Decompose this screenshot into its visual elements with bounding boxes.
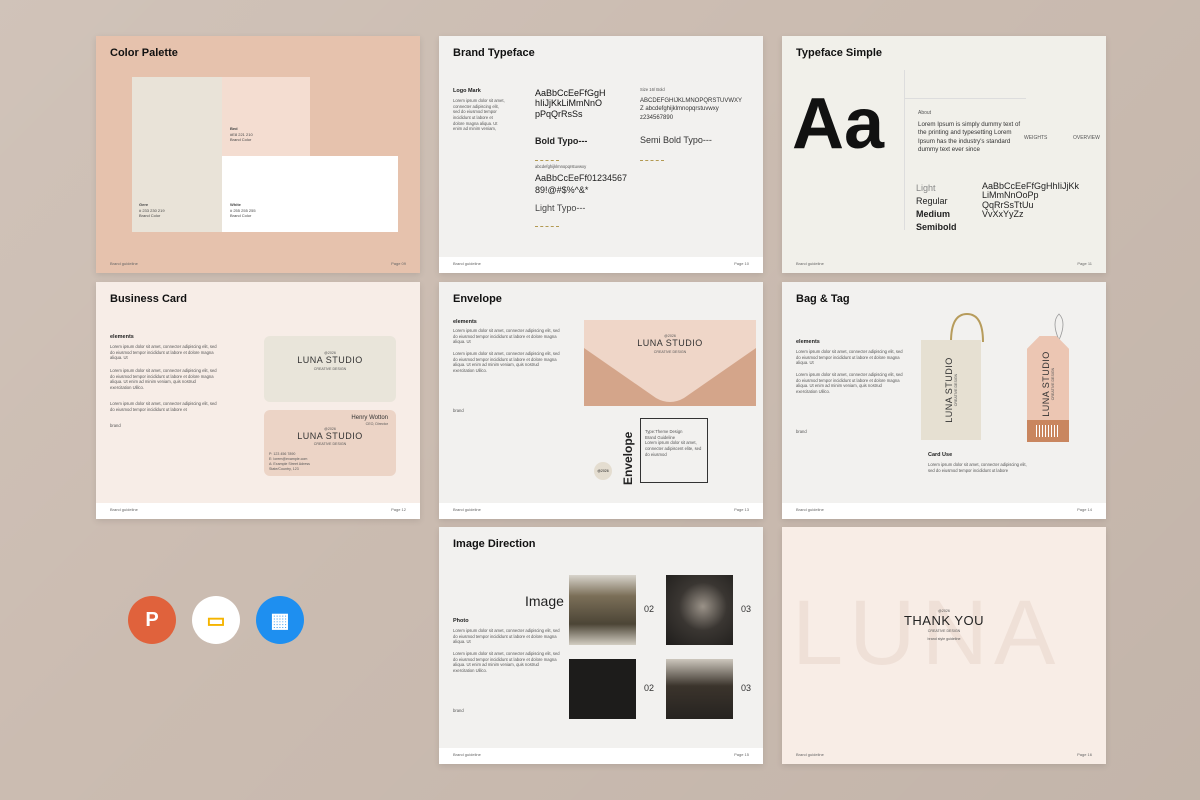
- slide-title: Brand Typeface: [453, 47, 535, 59]
- slide-envelope[interactable]: Envelope elements Lorem ipsum dolor sit …: [439, 282, 763, 519]
- typeface-sample: Aa: [792, 84, 885, 164]
- slide-title: Color Palette: [110, 47, 178, 59]
- light-typo: Light Typo---: [535, 203, 586, 213]
- swatch-gere-label: Gere # 233 230 219 Brand Color: [139, 202, 165, 219]
- slide-footer: Brand guideline Page 11: [782, 257, 1106, 273]
- about-text: Lorem Ipsum is simply dummy text of the …: [918, 121, 1021, 154]
- slide-color-palette[interactable]: Color Palette Bed #E8 221 210 Brand Color …: [96, 36, 420, 273]
- slide-footer: Brand guideline Page 15: [439, 748, 763, 764]
- google-slides-icon[interactable]: ▭: [192, 596, 240, 644]
- slide-footer: Brand guideline Page 16: [782, 748, 1106, 764]
- image-number: 03: [741, 604, 752, 614]
- thank-you-block: @2026 THANK YOU CREATIVE DESIGN brand st…: [903, 609, 985, 641]
- slide-title: Envelope: [453, 293, 502, 305]
- slide-footer: Brand guideline Page 09: [96, 257, 420, 273]
- stamp: @2026: [594, 462, 612, 480]
- slide-footer: Brand guideline Page 13: [439, 503, 763, 519]
- lorem-text: Lorem ipsum dolor sit amet, connecter ad…: [453, 98, 505, 132]
- semibold-typo: Semi Bold Typo---: [640, 135, 712, 145]
- keynote-icon[interactable]: ▦: [256, 596, 304, 644]
- slide-typeface-simple[interactable]: Typeface Simple Aa About Lorem Ipsum is …: [782, 36, 1106, 273]
- brand-label: brand: [453, 708, 464, 713]
- size-label: Size 16/ Bold: [640, 87, 665, 92]
- lorem-text: Lorem ipsum dolor sit amet, connecter ad…: [796, 372, 903, 395]
- lowercase-sample: abcdefghijklmnopqrstuvwxy: [535, 164, 587, 169]
- slide-brand-typeface[interactable]: Brand Typeface Logo Mark Lorem ipsum dol…: [439, 36, 763, 273]
- elements-label: elements: [796, 339, 820, 345]
- lorem-text: Lorem ipsum dolor sit amet, connecter ad…: [453, 351, 560, 374]
- slide-bag-tag[interactable]: Bag & Tag elements Lorem ipsum dolor sit…: [782, 282, 1106, 519]
- slide-footer: Brand guideline Page 14: [782, 503, 1106, 519]
- photo-label: Photo: [453, 618, 469, 624]
- lorem-text: Lorem ipsum dolor sit amet, connecter ad…: [110, 344, 217, 361]
- bag-graphic: LUNA STUDIO CREATIVE DESIGN: [921, 340, 981, 440]
- tag-graphic: LUNA STUDIO CREATIVE DESIGN: [1027, 336, 1069, 442]
- info-box: Type:Theme Design Brand Guideline Lorem ip…: [640, 418, 708, 483]
- card-use-text: Lorem ipsum dolor sit amet, connecter ad…: [928, 462, 1027, 473]
- photo-woman-bag: [666, 659, 733, 719]
- image-number: 02: [644, 604, 655, 614]
- logo-mark-label: Logo Mark: [453, 88, 481, 94]
- brand-label: brand: [453, 408, 464, 413]
- alphabet-sample: AaBbCcEeFfGgH hIiJjKkLiMmNnO pPqQrRsSs: [535, 88, 606, 119]
- guide-line: [904, 98, 1026, 99]
- slide-title: Bag & Tag: [796, 293, 850, 305]
- lorem-text: Lorem ipsum dolor sit amet, connecter ad…: [453, 328, 560, 345]
- envelope-vertical-label: Envelope: [621, 431, 635, 485]
- overview-label: OVERVIEW: [1073, 135, 1100, 141]
- slide-footer: Brand guideline Page 10: [439, 257, 763, 273]
- card-use-label: Card Use: [928, 452, 953, 458]
- numeric-sample: AaBbCcEeFf01234567 89!@#$%^&*: [535, 173, 628, 195]
- slide-title: Business Card: [110, 293, 188, 305]
- lorem-text: Lorem ipsum dolor sit amet, connecter ad…: [796, 349, 903, 366]
- business-card-front: @2026 LUNA STUDIO CREATIVE DESIGN: [264, 336, 396, 402]
- weight-list: Light Regular Medium Semibold: [916, 183, 957, 233]
- powerpoint-icon[interactable]: P: [128, 596, 176, 644]
- weights-label: WEIGHTS: [1024, 135, 1048, 141]
- elements-label: elements: [453, 319, 477, 325]
- business-card-back: Henry Wotton CEO, Director @2026 LUNA ST…: [264, 410, 396, 476]
- swatch-white-label: White # 255 255 255 Brand Color: [230, 202, 256, 219]
- envelope-graphic: @2026 LUNA STUDIO CREATIVE DESIGN: [584, 320, 756, 406]
- lorem-text: Lorem ipsum dolor sit amet, connecter ad…: [110, 401, 217, 412]
- guide-line: [904, 70, 905, 230]
- slide-business-card[interactable]: Business Card elements Lorem ipsum dolor…: [96, 282, 420, 519]
- weight-sample: AaBbCcEeFfGgHhIiJjKk LiMmNnOoPp QqRrSsTtUu…: [982, 181, 1080, 220]
- photo-portrait-dark: [666, 575, 733, 645]
- photo-woman-standing: [569, 575, 636, 645]
- swatch-white: [222, 156, 398, 232]
- swatch-beed-label: Bed #E8 221 210 Brand Color: [230, 126, 253, 143]
- lorem-text: Lorem ipsum dolor sit amet, connecter ad…: [110, 368, 217, 391]
- gold-dash: [640, 148, 664, 166]
- slide-thank-you[interactable]: LUNA @2026 THANK YOU CREATIVE DESIGN bra…: [782, 527, 1106, 764]
- brand-label: brand: [110, 423, 121, 428]
- slide-title: Typeface Simple: [796, 47, 882, 59]
- gold-dash: [535, 214, 559, 232]
- image-heading: Image: [525, 593, 564, 609]
- lorem-text: Lorem ipsum dolor sit amet, connecter ad…: [453, 651, 560, 674]
- swatch-beed: [222, 77, 310, 156]
- bold-typo: Bold Typo---: [535, 136, 588, 146]
- slide-image-direction[interactable]: Image Direction Image Photo Lorem ipsum …: [439, 527, 763, 764]
- elements-label: elements: [110, 334, 134, 340]
- char-set: ABCDEFGHIJKLMNOPQRSTUVWXY Z abcdefghijklm…: [640, 98, 743, 121]
- brand-label: brand: [796, 429, 807, 434]
- slide-title: Image Direction: [453, 538, 536, 550]
- about-label: About: [918, 110, 932, 116]
- image-number: 03: [741, 683, 752, 693]
- image-number: 02: [644, 683, 655, 693]
- photo-texture-black: [569, 659, 636, 719]
- slide-footer: Brand guideline Page 12: [96, 503, 420, 519]
- lorem-text: Lorem ipsum dolor sit amet, connecter ad…: [453, 628, 560, 645]
